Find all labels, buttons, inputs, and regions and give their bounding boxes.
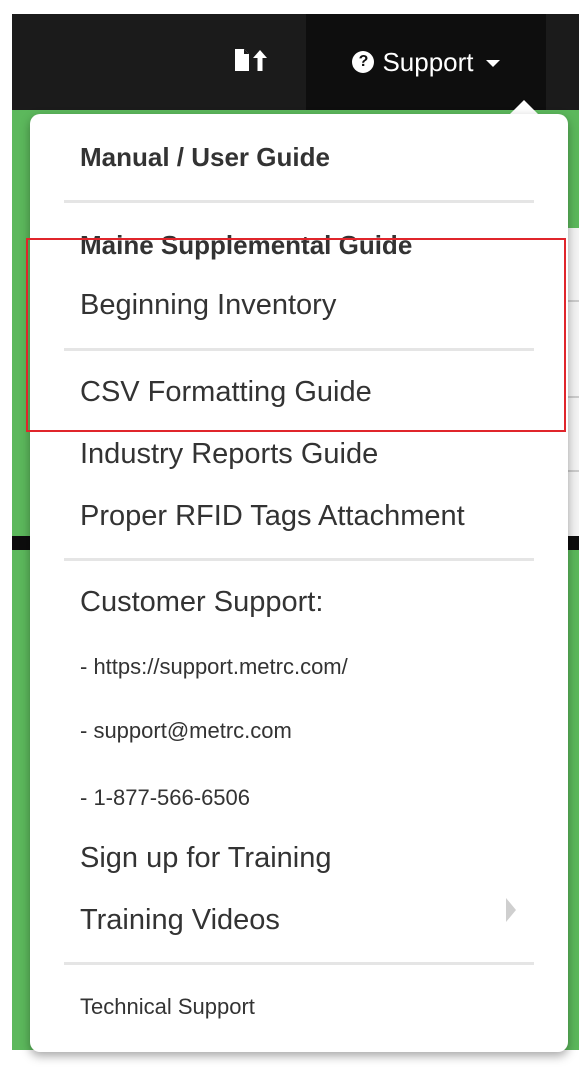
menu-header-customer-support: Customer Support:	[80, 586, 324, 618]
menu-item-manual[interactable]: Manual / User Guide	[80, 142, 330, 173]
dropdown-arrow	[510, 100, 538, 114]
top-frame	[0, 0, 579, 14]
menu-divider	[64, 558, 534, 561]
bottom-frame	[0, 1050, 579, 1074]
question-circle-icon: ?	[352, 51, 375, 73]
support-menu-toggle[interactable]: ? Support	[306, 14, 546, 110]
menu-divider	[64, 200, 534, 203]
content-dark-edge	[12, 536, 30, 550]
file-upload-icon	[233, 47, 269, 78]
highlight-annotation	[26, 238, 566, 432]
menu-item-support-email[interactable]: - support@metrc.com	[80, 718, 292, 744]
support-label: Support	[382, 46, 474, 77]
menu-divider	[64, 962, 534, 965]
upload-button[interactable]	[196, 14, 306, 110]
menu-item-technical-support[interactable]: Technical Support	[80, 994, 255, 1020]
menu-item-sign-up-training[interactable]: Sign up for Training	[80, 842, 331, 875]
menu-item-rfid-tags[interactable]: Proper RFID Tags Attachment	[80, 500, 465, 533]
menu-item-industry-reports-guide[interactable]: Industry Reports Guide	[80, 438, 378, 471]
caret-down-icon	[485, 60, 500, 67]
menu-item-training-videos[interactable]: Training Videos	[80, 904, 280, 937]
submenu-chevron-right-icon	[506, 898, 516, 922]
menu-item-support-phone[interactable]: - 1-877-566-6506	[80, 785, 250, 811]
menu-item-support-url[interactable]: - https://support.metrc.com/	[80, 654, 348, 680]
